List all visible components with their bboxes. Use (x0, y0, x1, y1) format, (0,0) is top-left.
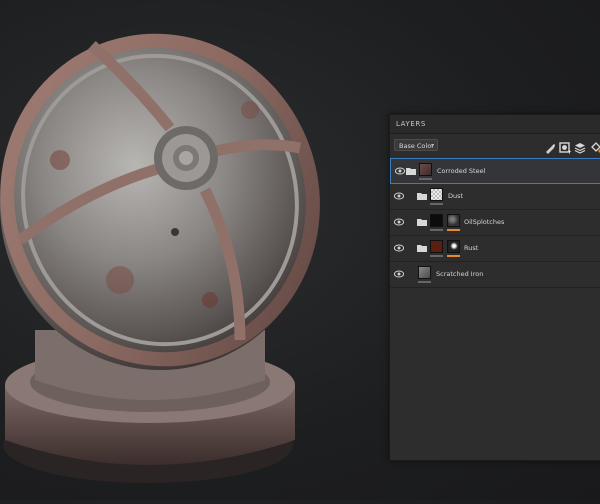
channel-dropdown-value: Base Color (399, 142, 434, 150)
layer-name: Dust (448, 192, 464, 200)
layer-row-rust[interactable]: Rust (390, 236, 600, 262)
paint-bucket-icon[interactable] (590, 139, 600, 153)
eye-icon[interactable] (394, 244, 404, 252)
layers-panel: LAYERS Base Color ▾ + Corroded Steel Dus… (389, 114, 600, 461)
layer-name: Scratched Iron (436, 270, 484, 278)
paint-brush-icon[interactable] (544, 139, 556, 154)
folder-icon[interactable] (417, 192, 427, 200)
layer-row-oilsplotches[interactable]: OilSplotches (390, 210, 600, 236)
add-effect-icon[interactable] (574, 139, 586, 154)
folder-icon[interactable] (417, 218, 427, 226)
layer-thumbnail (419, 163, 432, 176)
layer-thumbnail (430, 240, 443, 253)
layer-row-scratched-iron[interactable]: Scratched Iron (390, 262, 600, 288)
layers-list: Corroded Steel Dust OilSplotches Rust Sc… (390, 158, 600, 288)
layer-name: Corroded Steel (437, 167, 486, 175)
layer-indicator (430, 255, 443, 257)
channel-dropdown[interactable]: Base Color ▾ (394, 139, 438, 151)
mask-indicator (447, 229, 460, 231)
chevron-down-icon: ▾ (430, 142, 434, 149)
add-mask-icon[interactable]: + (559, 139, 572, 156)
folder-icon[interactable] (406, 167, 416, 175)
layer-thumbnail (430, 188, 443, 201)
layers-toolbar: Base Color ▾ + (390, 134, 600, 158)
layer-thumbnail (418, 266, 431, 279)
layer-row-corroded-steel[interactable]: Corroded Steel (390, 158, 600, 184)
svg-text:+: + (567, 149, 571, 154)
mask-thumbnail[interactable] (447, 240, 460, 253)
layer-name: OilSplotches (464, 218, 505, 226)
eye-icon[interactable] (394, 270, 404, 278)
mask-indicator (447, 255, 460, 257)
layer-indicator (430, 229, 443, 231)
layer-thumbnail (430, 214, 443, 227)
layer-name: Rust (464, 244, 479, 252)
layer-indicator (418, 281, 431, 283)
mask-thumbnail[interactable] (447, 214, 460, 227)
folder-icon[interactable] (417, 244, 427, 252)
layer-row-dust[interactable]: Dust (390, 184, 600, 210)
eye-icon[interactable] (394, 192, 404, 200)
eye-icon[interactable] (395, 167, 405, 175)
eye-icon[interactable] (394, 218, 404, 226)
layer-indicator (419, 178, 432, 180)
layers-panel-title: LAYERS (390, 115, 600, 134)
layer-indicator (430, 203, 443, 205)
